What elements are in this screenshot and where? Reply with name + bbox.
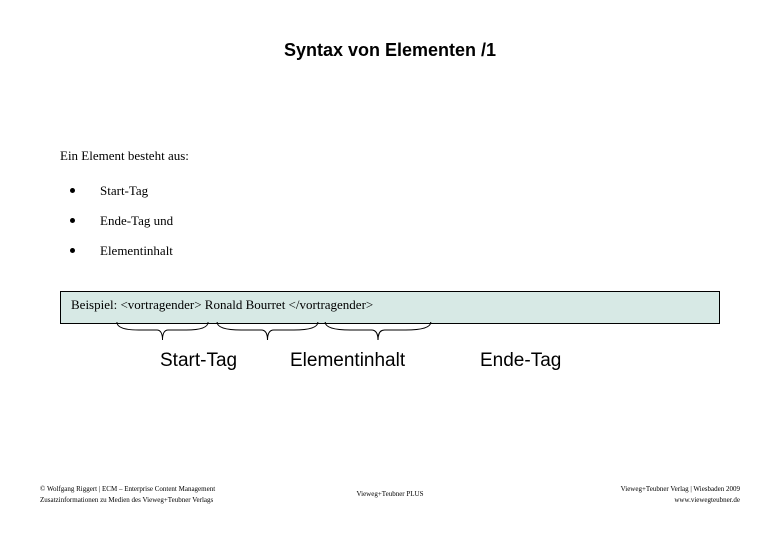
example-code: <vortragender> Ronald Bourret </vortrage… xyxy=(120,297,373,312)
slide-title: Syntax von Elementen /1 xyxy=(0,40,780,61)
list-item: Start-Tag xyxy=(60,182,720,200)
bullet-list: Start-Tag Ende-Tag und Elementinhalt xyxy=(60,182,720,261)
list-item: Ende-Tag und xyxy=(60,212,720,230)
example-text: Beispiel: <vortragender> Ronald Bourret … xyxy=(71,297,373,312)
intro-text: Ein Element besteht aus: xyxy=(60,148,720,164)
list-item: Elementinhalt xyxy=(60,242,720,260)
bullet-icon xyxy=(70,218,75,223)
brace-row xyxy=(60,320,720,346)
label-ende-tag: Ende-Tag xyxy=(480,350,561,372)
bullet-text: Elementinhalt xyxy=(100,243,173,258)
bullet-icon xyxy=(70,248,75,253)
brace-icon xyxy=(215,320,320,342)
bullet-text: Ende-Tag und xyxy=(100,213,173,228)
brace-icon xyxy=(323,320,433,342)
footer-right-line2: www.viewegteubner.de xyxy=(540,495,740,506)
footer-right-line1: Vieweg+Teubner Verlag | Wiesbaden 2009 xyxy=(540,484,740,495)
example-box: Beispiel: <vortragender> Ronald Bourret … xyxy=(60,291,720,324)
slide: Syntax von Elementen /1 Ein Element best… xyxy=(0,0,780,540)
brace-icon xyxy=(115,320,210,342)
label-elementinhalt: Elementinhalt xyxy=(290,350,405,372)
bullet-icon xyxy=(70,188,75,193)
slide-body: Ein Element besteht aus: Start-Tag Ende-… xyxy=(60,148,720,324)
label-start-tag: Start-Tag xyxy=(160,350,237,372)
footer-right: Vieweg+Teubner Verlag | Wiesbaden 2009 w… xyxy=(540,484,740,505)
bullet-text: Start-Tag xyxy=(100,183,148,198)
example-prefix: Beispiel: xyxy=(71,297,120,312)
